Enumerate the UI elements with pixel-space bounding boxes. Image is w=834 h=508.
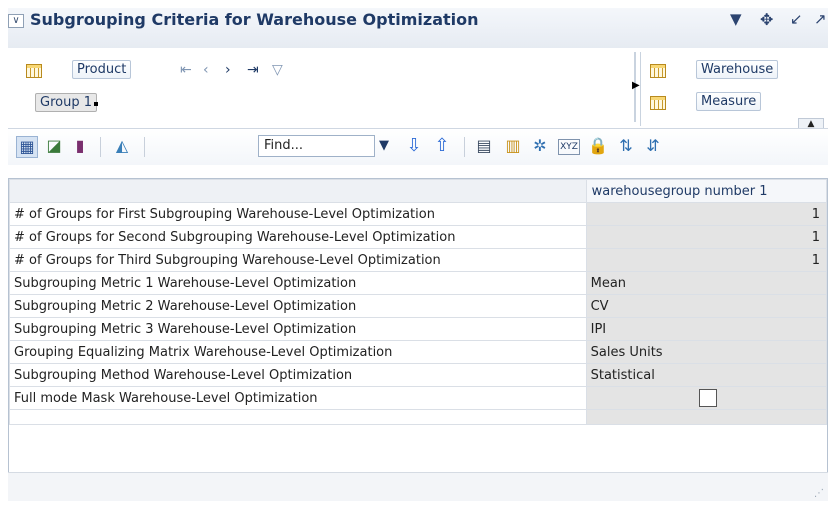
product-dimension-tile[interactable]: Product bbox=[72, 60, 132, 79]
measure-dimension-icon bbox=[650, 96, 666, 110]
table-row: # of Groups for Second Subgrouping Wareh… bbox=[9, 225, 828, 249]
sort-descending-icon[interactable]: ⇵ bbox=[643, 136, 663, 156]
status-bar bbox=[8, 472, 828, 501]
row-label: # of Groups for Third Subgrouping Wareho… bbox=[9, 248, 587, 272]
collapse-toggle-icon[interactable]: ∨ bbox=[8, 14, 24, 28]
dropdown-menu-icon[interactable]: ▼ bbox=[730, 10, 742, 28]
cell-checkbox-container bbox=[585, 386, 828, 410]
table-row: # of Groups for First Subgrouping Wareho… bbox=[9, 202, 828, 226]
cell-value[interactable]: 1 bbox=[585, 202, 828, 226]
full-mode-mask-checkbox[interactable] bbox=[699, 389, 718, 407]
data-grid: warehousegroup number 1 # of Groups for … bbox=[8, 178, 828, 474]
find-dropdown-icon[interactable]: ▼ bbox=[374, 136, 394, 156]
cell-value[interactable]: Mean bbox=[585, 271, 828, 295]
last-page-icon[interactable]: ⇥ bbox=[247, 62, 259, 78]
table-chart-view-icon[interactable]: ◪ bbox=[44, 136, 64, 156]
cell-value[interactable]: CV bbox=[585, 294, 828, 318]
area-chart-icon[interactable]: ◭ bbox=[112, 136, 132, 156]
maximize-icon[interactable]: ↗ bbox=[814, 10, 827, 28]
table-row: Subgrouping Metric 1 Warehouse-Level Opt… bbox=[9, 271, 828, 295]
row-label: Subgrouping Metric 1 Warehouse-Level Opt… bbox=[9, 271, 587, 295]
row-label: # of Groups for Second Subgrouping Wareh… bbox=[9, 225, 587, 249]
table-row-empty bbox=[9, 409, 828, 425]
column-header-warehousegroup[interactable]: warehousegroup number 1 bbox=[585, 179, 828, 203]
group-marker-icon bbox=[94, 102, 98, 106]
table-view-icon[interactable]: ▦ bbox=[16, 136, 38, 158]
find-input[interactable]: Find... bbox=[258, 135, 375, 157]
row-label: Subgrouping Metric 2 Warehouse-Level Opt… bbox=[9, 294, 587, 318]
resize-grip-icon[interactable]: ⋰ bbox=[814, 488, 824, 499]
toolbar: ▦ ◪ ▮ ◭ Find... ▼ ⇩ ⇧ ▤ ▥ ✲ XYZ 🔒 ⇅ ⇵ bbox=[8, 128, 828, 165]
table-row: Full mode Mask Warehouse-Level Optimizat… bbox=[9, 386, 828, 410]
xyz-label-icon[interactable]: XYZ bbox=[558, 139, 580, 155]
cell-value[interactable]: 1 bbox=[585, 248, 828, 272]
bar-chart-icon[interactable]: ▮ bbox=[70, 136, 90, 156]
first-page-icon[interactable]: ⇤ bbox=[180, 62, 192, 78]
table-row: Subgrouping Metric 3 Warehouse-Level Opt… bbox=[9, 317, 828, 341]
cell-value[interactable]: IPI bbox=[585, 317, 828, 341]
previous-page-icon[interactable]: ‹ bbox=[203, 62, 209, 78]
empty-cell bbox=[585, 409, 828, 425]
table-row: # of Groups for Third Subgrouping Wareho… bbox=[9, 248, 828, 272]
split-icon[interactable]: ✲ bbox=[530, 136, 550, 156]
warehouse-dimension-icon bbox=[650, 64, 666, 78]
grid-header-row: warehousegroup number 1 bbox=[9, 179, 828, 203]
table-row: Grouping Equalizing Matrix Warehouse-Lev… bbox=[9, 340, 828, 364]
expand-arrow-icon[interactable]: ▶ bbox=[632, 80, 640, 91]
row-label: Full mode Mask Warehouse-Level Optimizat… bbox=[9, 386, 587, 410]
table-row: Subgrouping Metric 2 Warehouse-Level Opt… bbox=[9, 294, 828, 318]
properties-icon[interactable]: ▤ bbox=[474, 136, 494, 156]
table-row: Subgrouping Method Warehouse-Level Optim… bbox=[9, 363, 828, 387]
cell-value[interactable]: Sales Units bbox=[585, 340, 828, 364]
find-previous-icon[interactable]: ⇧ bbox=[432, 136, 452, 156]
find-next-icon[interactable]: ⇩ bbox=[404, 136, 424, 156]
empty-cell bbox=[9, 409, 587, 425]
group-selector[interactable]: Group 1 bbox=[35, 93, 97, 112]
lock-icon[interactable]: 🔒 bbox=[588, 136, 608, 156]
product-dimension-icon bbox=[26, 64, 42, 78]
cell-value[interactable]: 1 bbox=[585, 225, 828, 249]
measure-dimension-tile[interactable]: Measure bbox=[696, 92, 762, 111]
row-label: # of Groups for First Subgrouping Wareho… bbox=[9, 202, 587, 226]
next-page-icon[interactable]: › bbox=[225, 62, 231, 78]
row-header-corner bbox=[9, 179, 587, 203]
cell-value[interactable]: Statistical bbox=[585, 363, 828, 387]
restore-icon[interactable]: ↙ bbox=[790, 10, 803, 28]
row-label: Grouping Equalizing Matrix Warehouse-Lev… bbox=[9, 340, 587, 364]
warehouse-dimension-tile[interactable]: Warehouse bbox=[696, 60, 779, 79]
page-title: Subgrouping Criteria for Warehouse Optim… bbox=[30, 10, 479, 29]
row-label: Subgrouping Method Warehouse-Level Optim… bbox=[9, 363, 587, 387]
filter-icon[interactable]: ▽ bbox=[272, 62, 283, 78]
column-icon[interactable]: ▥ bbox=[503, 136, 523, 156]
move-icon[interactable]: ✥ bbox=[760, 10, 773, 29]
row-label: Subgrouping Metric 3 Warehouse-Level Opt… bbox=[9, 317, 587, 341]
sort-ascending-icon[interactable]: ⇅ bbox=[616, 136, 636, 156]
